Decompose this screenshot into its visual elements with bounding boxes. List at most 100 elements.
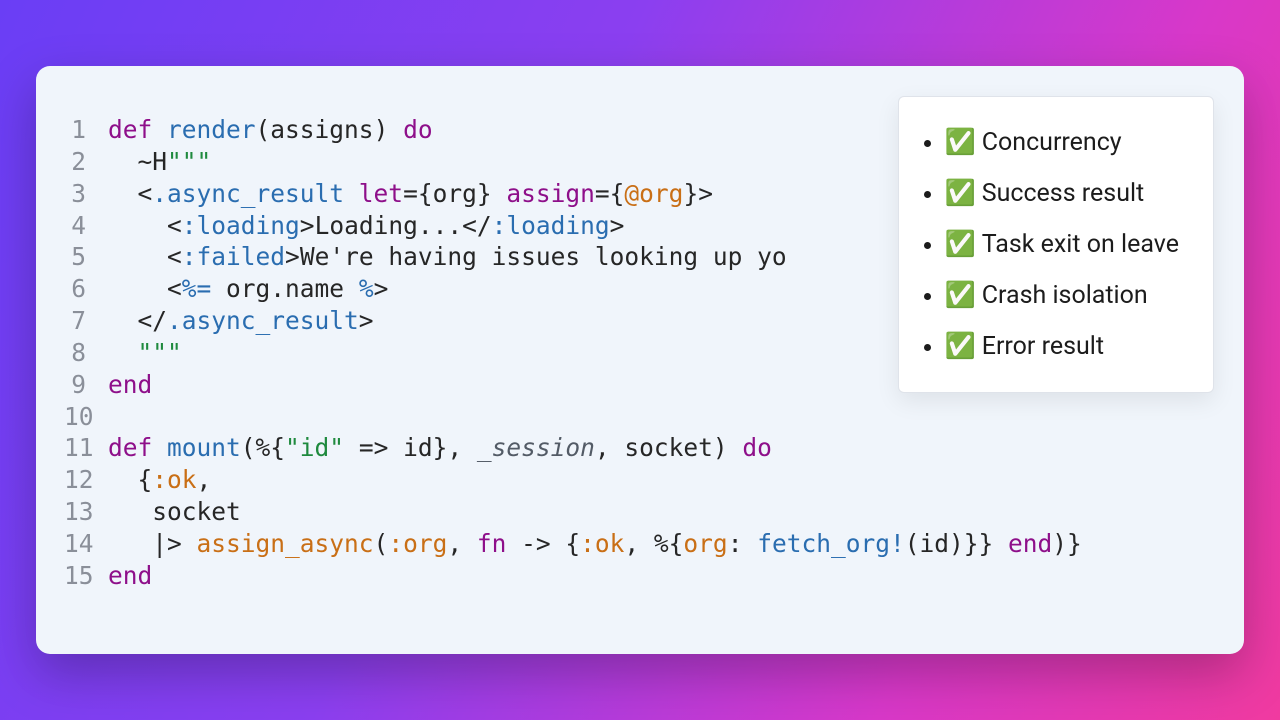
code-token: ( [905,529,920,558]
line-number: 10 [64,401,108,433]
code-token [108,179,138,208]
checklist-item-label: Crash isolation [982,281,1148,310]
code-token [108,211,167,240]
code-token: ( [374,529,389,558]
code-token: org [433,179,477,208]
code-line: 14 |> assign_async(:org, fn -> {:ok, %{o… [64,528,1216,560]
line-content: <:failed>We're having issues looking up … [108,241,787,273]
code-token: > [374,274,389,303]
code-line: 12 {:ok, [64,464,1216,496]
line-content: |> assign_async(:org, fn -> {:ok, %{org:… [108,528,1082,560]
code-token: ( [256,115,271,144]
code-token: _session [477,433,595,462]
line-number: 14 [64,528,108,560]
code-token: }> [683,179,713,208]
code-token: socket [108,497,241,526]
code-token: id [403,433,433,462]
line-content: <%= org.name %> [108,273,388,305]
code-token: @org [624,179,683,208]
line-number: 13 [64,496,108,528]
check-icon: ✅ [945,281,976,310]
checklist-item: ✅Error result [945,321,1179,372]
code-token: { [418,179,433,208]
code-token: < [138,179,153,208]
check-icon: ✅ [945,128,976,157]
code-token: > [610,211,625,240]
code-token: socket [624,433,713,462]
code-token: assign [506,179,595,208]
code-token: </ [462,211,492,240]
checklist-item: ✅Crash isolation [945,270,1179,321]
code-token: , [447,529,477,558]
code-token [108,242,167,271]
code-token: def [108,115,167,144]
code-token: %= [182,274,226,303]
code-token: ) [374,115,404,144]
code-token: => [344,433,403,462]
code-token: > [359,306,374,335]
checklist-item-label: Task exit on leave [982,230,1179,259]
code-token: "id" [285,433,344,462]
code-token: : [728,529,758,558]
line-number: 7 [64,305,108,337]
code-token: :ok [580,529,624,558]
line-number: 2 [64,146,108,178]
code-line: 13 socket [64,496,1216,528]
code-token: { [138,465,153,494]
code-token [108,338,138,367]
checklist-item: ✅Success result [945,168,1179,219]
code-token [108,274,167,303]
code-token: |> [152,529,196,558]
checklist-item-label: Error result [982,332,1104,361]
code-token: def [108,433,167,462]
code-token [108,529,152,558]
code-token: < [167,274,182,303]
code-token: :org [388,529,447,558]
checklist-item: ✅Concurrency [945,117,1179,168]
code-line: 15end [64,560,1216,592]
line-content: def render(assigns) do [108,114,433,146]
code-token: % [359,274,374,303]
code-token: { [610,179,625,208]
code-token: }, [433,433,477,462]
line-number: 6 [64,273,108,305]
code-line: 11def mount(%{"id" => id}, _session, soc… [64,432,1216,464]
code-token: org.name [226,274,359,303]
line-content: """ [108,337,182,369]
code-token: end [1008,529,1052,558]
line-number: 15 [64,560,108,592]
code-token [108,465,138,494]
code-token: , %{ [624,529,683,558]
line-number: 9 [64,369,108,401]
line-number: 5 [64,241,108,273]
code-token: fn [477,529,507,558]
line-content: {:ok, [108,464,211,496]
code-token: render [167,115,256,144]
code-token: { [565,529,580,558]
code-token: )}} [949,529,1008,558]
code-token: , [595,433,625,462]
code-token: mount [167,433,241,462]
check-icon: ✅ [945,332,976,361]
line-number: 12 [64,464,108,496]
checklist-item-label: Concurrency [982,128,1122,157]
code-token: :ok [152,465,196,494]
code-token: )} [1052,529,1082,558]
code-token: fetch_org! [757,529,905,558]
line-content: <:loading>Loading...</:loading> [108,210,624,242]
line-number: 3 [64,178,108,210]
code-token: assigns [270,115,373,144]
code-token: < [167,242,182,271]
code-token [108,306,138,335]
code-token: .async_result [152,179,359,208]
code-token: > [300,211,315,240]
checklist-item-label: Success result [982,179,1145,208]
code-token: :failed [182,242,285,271]
code-token: -> [506,529,565,558]
code-token: :loading [492,211,610,240]
line-number: 11 [64,432,108,464]
code-token: , [197,465,212,494]
code-token: """ [167,147,211,176]
code-token: ) [713,433,743,462]
code-token: let [359,179,403,208]
